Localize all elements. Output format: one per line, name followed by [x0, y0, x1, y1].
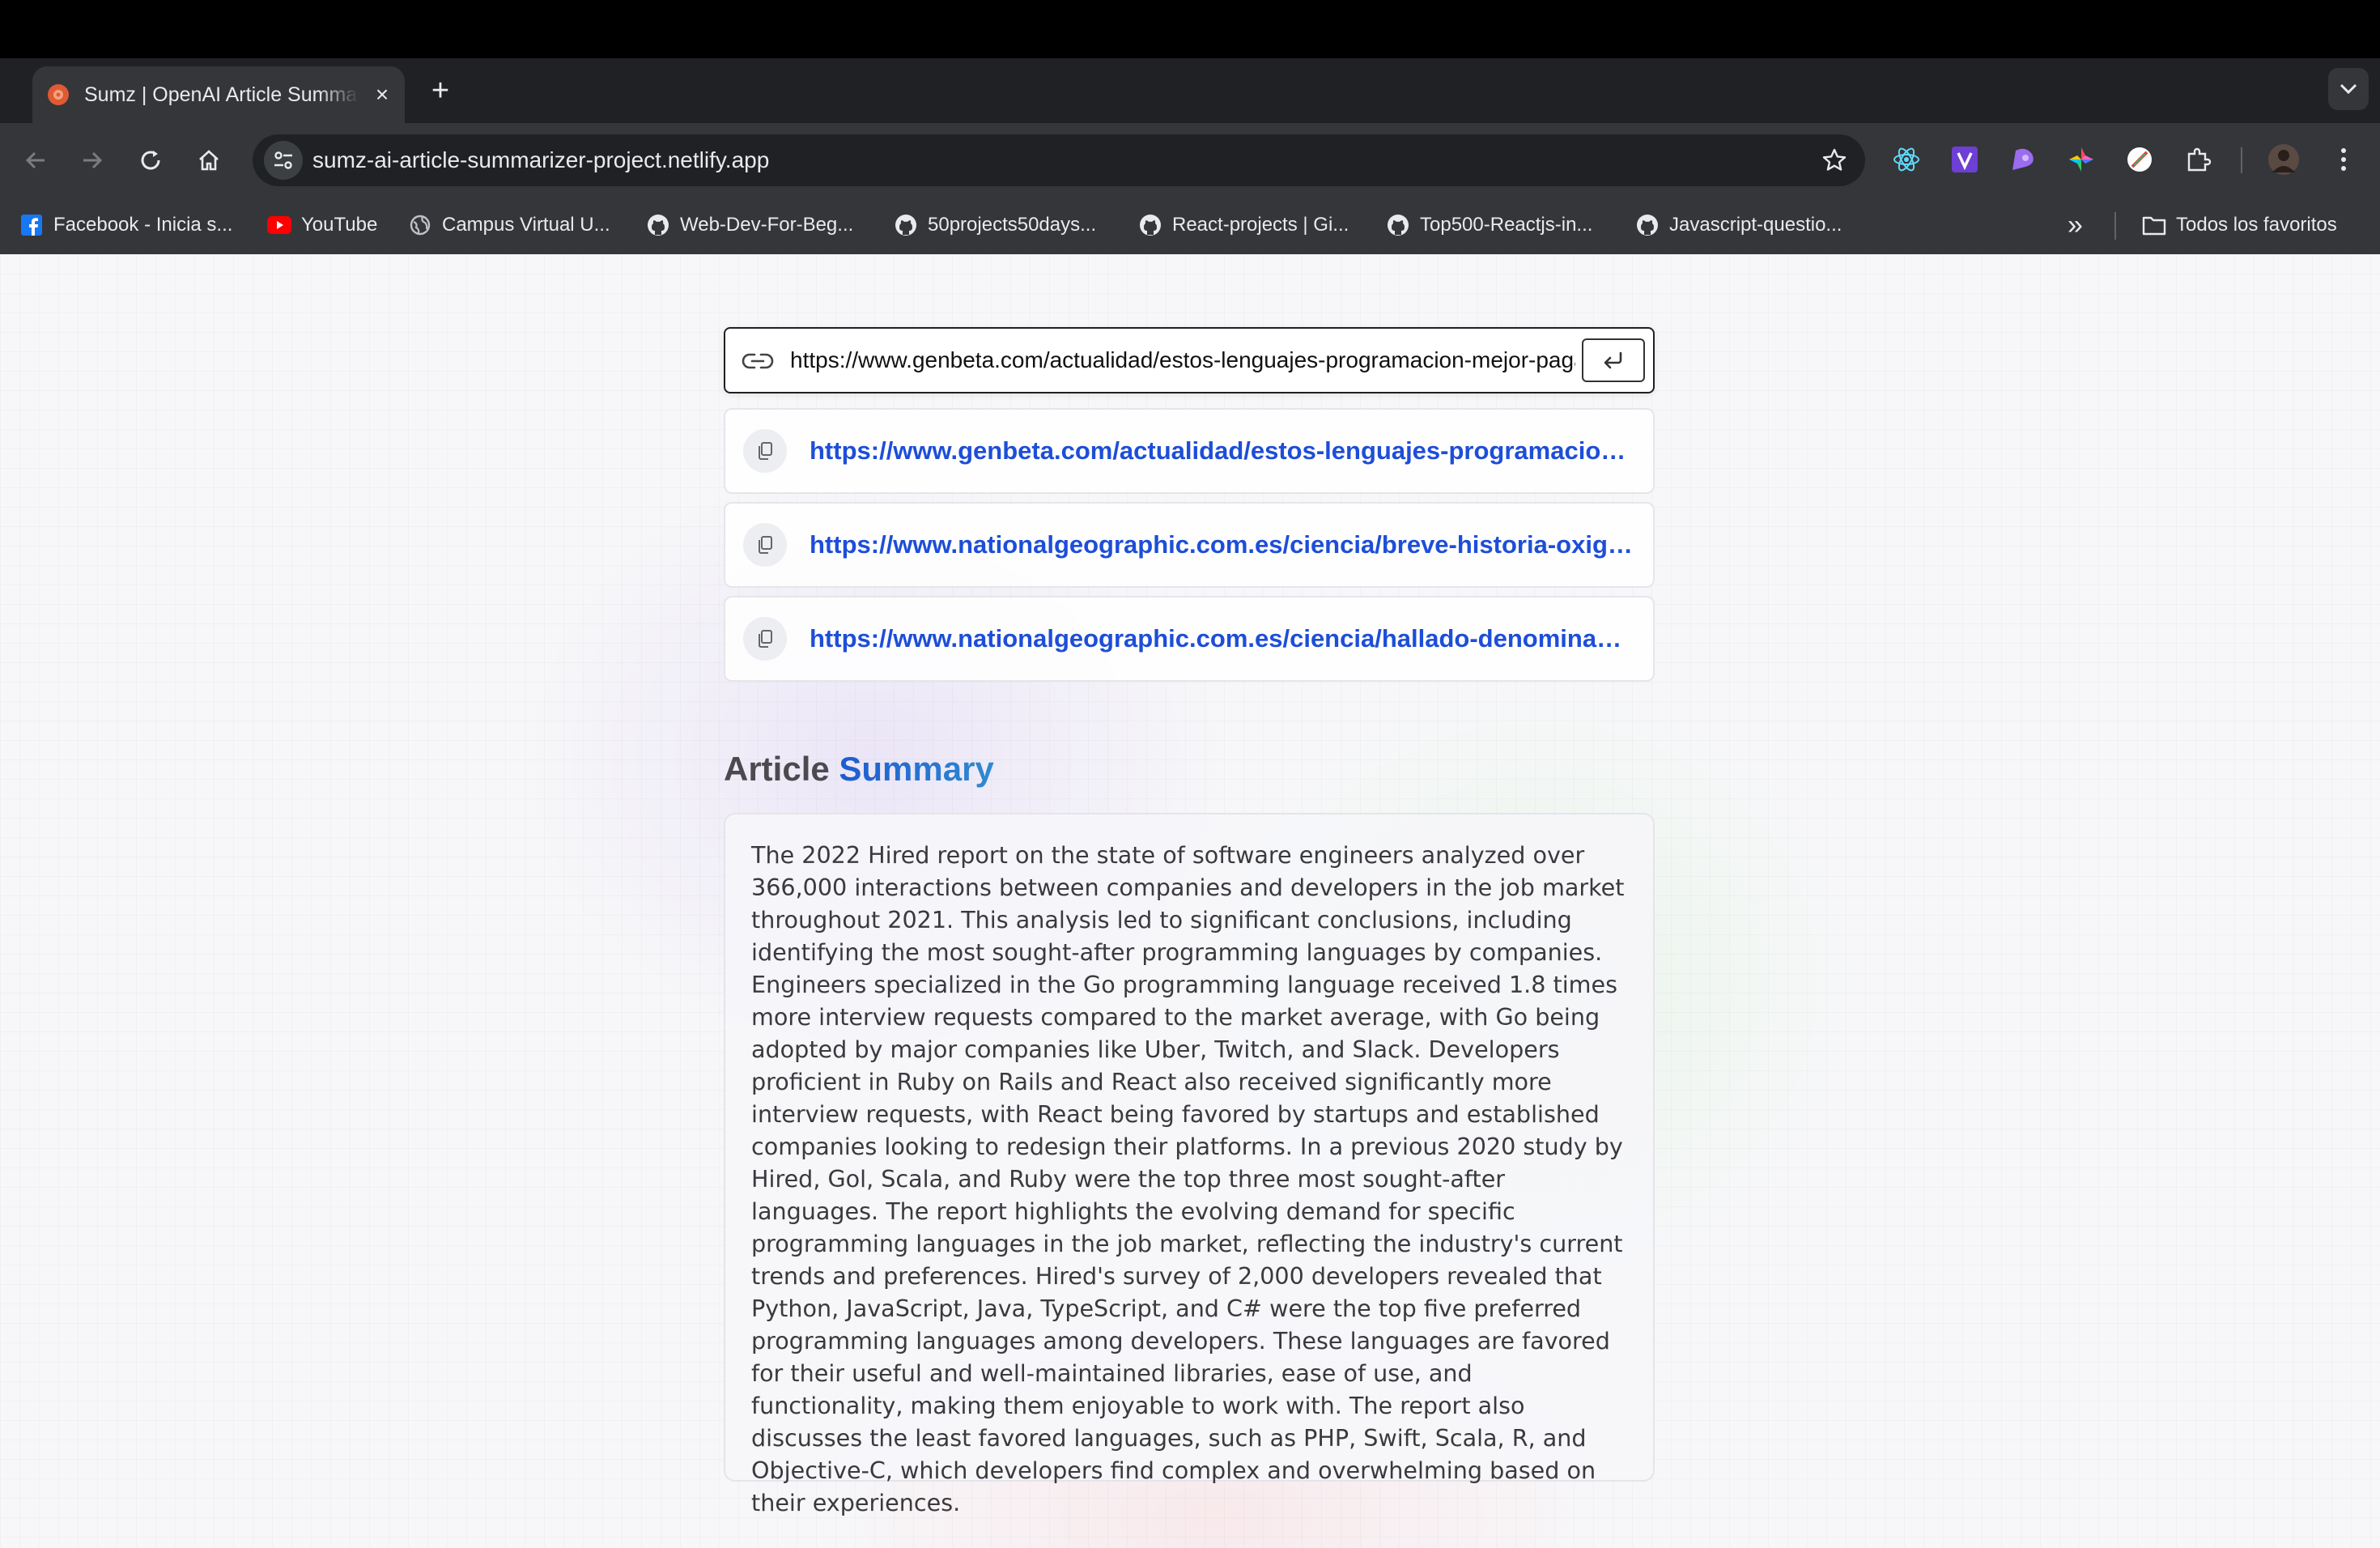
summary-heading-plain: Article [724, 750, 839, 788]
bookmark-label: 50projects50days... [928, 214, 1097, 236]
all-bookmarks-label: Todos los favoritos [2176, 214, 2337, 236]
youtube-icon [267, 213, 291, 237]
page-viewport: https://www.genbeta.com/actualidad/estos… [0, 254, 2380, 1548]
github-icon [1386, 213, 1410, 237]
browser-menu-icon[interactable] [2327, 142, 2361, 176]
copy-icon[interactable] [743, 523, 787, 567]
tab-search-button[interactable] [2328, 68, 2369, 110]
back-button[interactable] [15, 139, 57, 181]
facebook-icon [19, 213, 44, 237]
react-devtools-icon[interactable] [1889, 142, 1923, 176]
bookmarks-separator [2114, 212, 2116, 240]
reload-button[interactable] [130, 139, 172, 181]
bookmark-javascript-questions[interactable]: Javascript-questio... [1635, 209, 1842, 241]
forward-button[interactable] [71, 139, 113, 181]
new-tab-button[interactable]: + [423, 73, 458, 108]
summary-heading-accent: Summary [839, 750, 994, 788]
folder-icon [2142, 213, 2166, 237]
all-bookmarks-button[interactable]: Todos los favoritos [2142, 209, 2337, 241]
bookmark-label: Facebook - Inicia s... [53, 214, 233, 236]
arrow-right-icon [83, 151, 103, 169]
toolbar-separator [2241, 147, 2242, 173]
summary-box: The 2022 Hired report on the state of so… [724, 813, 1655, 1516]
extensions-puzzle-icon[interactable] [2181, 142, 2215, 176]
bookmark-label: React-projects | Gi... [1172, 214, 1349, 236]
tab-title: Sumz | OpenAI Article Summarizer [84, 83, 359, 106]
site-settings-icon[interactable] [264, 141, 303, 180]
address-url[interactable]: sumz-ai-article-summarizer-project.netli… [312, 134, 769, 186]
bookmark-facebook[interactable]: Facebook - Inicia s... [19, 209, 232, 241]
history-link[interactable]: https://www.nationalgeographic.com.es/ci… [810, 624, 1635, 653]
github-icon [894, 213, 918, 237]
history-item[interactable]: https://www.genbeta.com/actualidad/estos… [724, 408, 1655, 494]
bookmark-label: YouTube [301, 214, 378, 236]
globe-icon [408, 213, 432, 237]
bookmarks-overflow-button[interactable]: » [2068, 209, 2083, 241]
summary-heading: Article Summary [724, 750, 994, 789]
bookmark-web-dev[interactable]: Web-Dev-For-Beg... [646, 209, 853, 241]
history-link[interactable]: https://www.genbeta.com/actualidad/estos… [810, 436, 1635, 466]
bookmark-label: Campus Virtual U... [442, 214, 610, 236]
link-icon [742, 345, 774, 377]
enter-icon [1604, 351, 1622, 369]
vitest-extension-icon[interactable] [1948, 142, 1982, 176]
sumz-favicon-icon [45, 82, 71, 108]
os-top-bar [0, 0, 2380, 58]
home-icon [199, 150, 219, 171]
history-item[interactable]: https://www.nationalgeographic.com.es/ci… [724, 502, 1655, 588]
tab-active[interactable]: Sumz | OpenAI Article Summarizer × [32, 66, 405, 123]
github-icon [1635, 213, 1660, 237]
copy-icon[interactable] [743, 429, 787, 473]
chevron-down-icon [2340, 83, 2357, 95]
home-button[interactable] [188, 139, 230, 181]
bookmark-label: Web-Dev-For-Beg... [680, 214, 854, 236]
bookmark-react-projects[interactable]: React-projects | Gi... [1138, 209, 1349, 241]
bookmark-youtube[interactable]: YouTube [267, 209, 377, 241]
history-link[interactable]: https://www.nationalgeographic.com.es/ci… [810, 530, 1635, 559]
reload-icon [141, 151, 160, 170]
github-icon [1138, 213, 1162, 237]
summary-text: The 2022 Hired report on the state of so… [751, 841, 1625, 1516]
github-icon [646, 213, 670, 237]
wappalyzer-icon[interactable] [2123, 142, 2157, 176]
bookmark-label: Javascript-questio... [1669, 214, 1842, 236]
address-bar[interactable]: sumz-ai-article-summarizer-project.netli… [253, 134, 1865, 186]
url-form [724, 327, 1655, 393]
tab-close-icon[interactable]: × [369, 82, 395, 108]
bookmark-50projects[interactable]: 50projects50days... [894, 209, 1096, 241]
bookmark-star-icon[interactable] [1815, 141, 1854, 180]
bookmark-campus-virtual[interactable]: Campus Virtual U... [408, 209, 610, 241]
history-item[interactable]: https://www.nationalgeographic.com.es/ci… [724, 596, 1655, 682]
bookmark-label: Top500-Reactjs-in... [1420, 214, 1593, 236]
colorzilla-icon[interactable] [2064, 142, 2098, 176]
arrow-left-icon [25, 151, 45, 169]
color-extension-icon[interactable] [2006, 142, 2040, 176]
url-input[interactable] [790, 338, 1648, 382]
bookmark-top500-reactjs[interactable]: Top500-Reactjs-in... [1386, 209, 1592, 241]
copy-icon[interactable] [743, 617, 787, 661]
profile-avatar[interactable] [2267, 142, 2301, 176]
submit-button[interactable] [1582, 338, 1645, 382]
